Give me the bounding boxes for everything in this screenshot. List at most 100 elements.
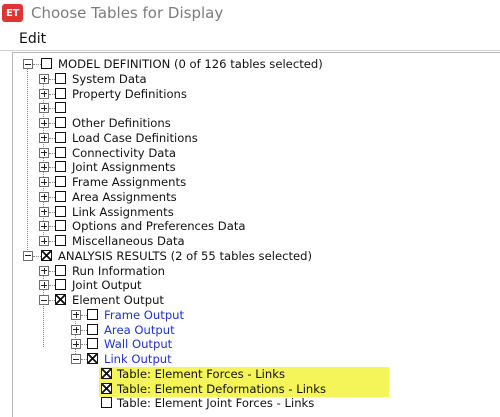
tree-node-label: Load Case Definitions	[72, 130, 198, 145]
checkbox[interactable]	[41, 249, 52, 261]
tree-node-label: Miscellaneous Data	[72, 234, 185, 248]
tree-node-label: Area Output	[104, 322, 175, 337]
tree-node-link-output[interactable]: Link Output	[13, 352, 500, 367]
expand-icon[interactable]	[39, 206, 49, 217]
tree-node-joint-assignments[interactable]: Joint Assignments	[13, 160, 500, 175]
tree-node-label: Run Information	[72, 263, 166, 278]
tree-node-connectivity-data[interactable]: Connectivity Data	[13, 146, 500, 161]
tree-node-unnamed[interactable]	[13, 101, 500, 116]
checkbox[interactable]	[55, 220, 66, 232]
tree-node-joint-output[interactable]: Joint Output	[13, 278, 500, 293]
expand-icon[interactable]	[71, 339, 81, 350]
expand-icon[interactable]	[39, 280, 49, 291]
expand-icon[interactable]	[39, 88, 49, 99]
tree-node-run-information[interactable]: Run Information	[13, 264, 500, 279]
menu-edit[interactable]: Edit	[19, 31, 46, 47]
table-element-forces-links[interactable]: Table: Element Forces - Links	[13, 366, 500, 382]
checkbox[interactable]	[55, 235, 66, 246]
app-logo-icon: ET	[2, 4, 23, 22]
tree-node-property-definitions[interactable]: Property Definitions	[13, 87, 500, 102]
tree-node-load-case-definitions[interactable]: Load Case Definitions	[13, 131, 500, 146]
tree-node-label: Frame Output	[104, 307, 185, 322]
tree-node-link-assignments[interactable]: Link Assignments	[13, 205, 500, 220]
expand-icon[interactable]	[39, 236, 49, 246]
checkbox[interactable]	[55, 146, 66, 158]
title-bar: ET Choose Tables for Display	[0, 0, 500, 28]
window-title: Choose Tables for Display	[31, 4, 224, 22]
collapse-icon[interactable]	[23, 59, 33, 69]
expand-icon[interactable]	[39, 191, 49, 202]
checkbox[interactable]	[55, 294, 66, 305]
tree-node-label: Link Assignments	[72, 204, 174, 219]
collapse-icon[interactable]	[71, 354, 81, 364]
checkbox[interactable]	[55, 205, 66, 217]
table-element-joint-forces-links[interactable]: Table: Element Joint Forces - Links	[13, 396, 500, 411]
expand-icon[interactable]	[39, 132, 49, 143]
tree-node-area-assignments[interactable]: Area Assignments	[13, 190, 500, 205]
checkbox[interactable]	[41, 58, 52, 69]
tree-node-label: Table: Element Forces - Links	[117, 366, 286, 381]
tree-node-options-and-preferences-data[interactable]: Options and Preferences Data	[13, 219, 500, 234]
tree-guide	[33, 64, 41, 65]
tree-guide	[33, 255, 41, 257]
tree-node-label: Element Output	[72, 293, 164, 307]
expand-icon[interactable]	[39, 221, 49, 232]
expand-icon[interactable]	[39, 73, 49, 84]
tree-node-label: Other Definitions	[72, 116, 171, 130]
tree-node-frame-output[interactable]: Frame Output	[13, 308, 500, 323]
checkbox[interactable]	[101, 367, 112, 379]
expand-icon[interactable]	[39, 177, 49, 187]
tree-node-analysis-results[interactable]: ANALYSIS RESULTS (2 of 55 tables selecte…	[13, 249, 500, 264]
expand-icon[interactable]	[39, 103, 49, 114]
checkbox[interactable]	[55, 117, 66, 128]
checkbox[interactable]	[101, 397, 112, 409]
checkbox[interactable]	[87, 323, 98, 335]
checkbox[interactable]	[55, 264, 66, 276]
expand-icon[interactable]	[39, 265, 49, 276]
checkbox[interactable]	[87, 308, 98, 320]
tree-node-miscellaneous-data[interactable]: Miscellaneous Data	[13, 234, 500, 249]
tree-node-element-output[interactable]: Element Output	[13, 293, 500, 308]
expand-icon[interactable]	[39, 118, 49, 128]
collapse-icon[interactable]	[39, 295, 49, 305]
tree-node-wall-output[interactable]: Wall Output	[13, 337, 500, 352]
checkbox[interactable]	[55, 279, 66, 291]
menu-bar: Edit	[0, 28, 500, 50]
collapse-icon[interactable]	[23, 250, 33, 261]
tree-node-system-data[interactable]: System Data	[13, 72, 500, 87]
tree-node-label: Link Output	[104, 352, 172, 366]
tree-node-area-output[interactable]: Area Output	[13, 323, 500, 338]
checkbox[interactable]	[55, 72, 66, 84]
checkbox[interactable]	[101, 382, 112, 394]
tree-node-label: Wall Output	[104, 337, 173, 352]
checkbox[interactable]	[87, 353, 98, 364]
menu-divider	[0, 50, 500, 51]
tree-node-label: Table: Element Deformations - Links	[117, 381, 327, 396]
tree-node-label: ANALYSIS RESULTS (2 of 55 tables selecte…	[58, 248, 313, 263]
tree-node-label: Area Assignments	[72, 189, 177, 204]
tree-node-label: Joint Assignments	[72, 160, 176, 175]
checkbox[interactable]	[87, 338, 98, 350]
tree-node-label: Frame Assignments	[72, 175, 187, 189]
checkbox[interactable]	[55, 131, 66, 143]
expand-icon[interactable]	[71, 324, 81, 335]
tree-node-label: Joint Output	[72, 278, 142, 293]
tree-node-label: Options and Preferences Data	[72, 219, 246, 234]
expand-icon[interactable]	[39, 162, 49, 173]
table-tree[interactable]: MODEL DEFINITION (0 of 126 tables select…	[12, 52, 500, 417]
table-element-deformations-links[interactable]: Table: Element Deformations - Links	[13, 381, 500, 397]
tree-node-label: Connectivity Data	[72, 145, 177, 160]
tree-node-label: MODEL DEFINITION (0 of 126 tables select…	[58, 57, 323, 71]
tree-node-other-definitions[interactable]: Other Definitions	[13, 116, 500, 131]
tree-node-frame-assignments[interactable]: Frame Assignments	[13, 175, 500, 190]
checkbox[interactable]	[55, 87, 66, 99]
expand-icon[interactable]	[39, 147, 49, 158]
checkbox[interactable]	[55, 176, 66, 187]
checkbox[interactable]	[55, 102, 66, 114]
tree-node-model-definition[interactable]: MODEL DEFINITION (0 of 126 tables select…	[13, 57, 500, 72]
checkbox[interactable]	[55, 161, 66, 173]
tree-node-label: System Data	[72, 71, 147, 86]
tree-node-label: Property Definitions	[72, 86, 187, 101]
checkbox[interactable]	[55, 190, 66, 202]
expand-icon[interactable]	[71, 309, 81, 320]
